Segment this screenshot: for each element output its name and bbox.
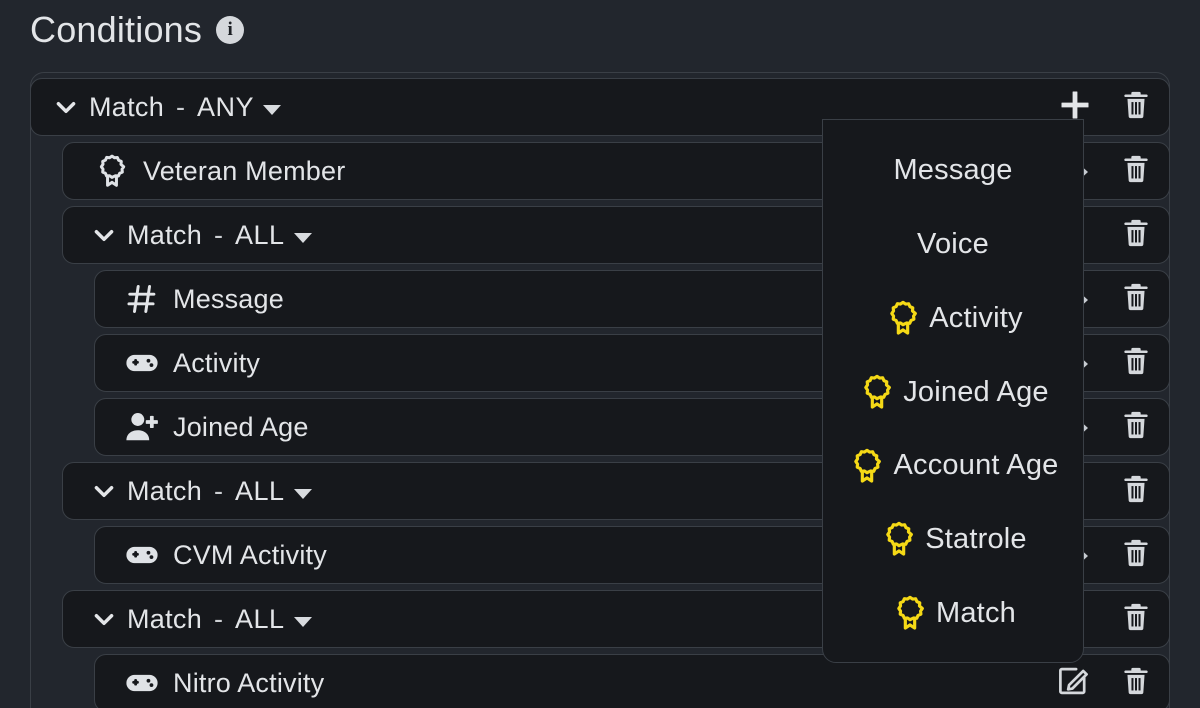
- match-dash: -: [214, 475, 224, 506]
- edit-icon: [1056, 664, 1090, 703]
- chevron-down-small-icon[interactable]: [293, 616, 312, 627]
- dropdown-item[interactable]: Voice: [823, 208, 1083, 282]
- chevron-down-icon[interactable]: [91, 222, 117, 248]
- chevron-down-icon[interactable]: [91, 606, 117, 632]
- award-icon-yellow: [879, 518, 919, 560]
- gamepad-icon: [121, 534, 163, 576]
- match-label: Match: [89, 91, 165, 122]
- trash-icon: [1120, 664, 1152, 703]
- trash-icon: [1120, 344, 1152, 383]
- dropdown-item[interactable]: Account Age: [823, 429, 1083, 503]
- trash-icon: [1120, 408, 1152, 447]
- dropdown-item[interactable]: Message: [823, 134, 1083, 208]
- match-dash: -: [214, 219, 224, 250]
- condition-label: Nitro Activity: [173, 667, 325, 698]
- dropdown-item-label: Account Age: [893, 449, 1059, 482]
- match-mode-value[interactable]: ALL: [235, 604, 285, 635]
- dropdown-item-label: Activity: [929, 301, 1023, 334]
- match-label: Match: [127, 475, 203, 506]
- condition-label: Message: [173, 283, 284, 314]
- dropdown-item-label: Joined Age: [903, 375, 1049, 408]
- conditions-panel: Conditions i Match - ANY Veteran Member Ma…: [0, 0, 1200, 708]
- award-icon: [91, 150, 133, 192]
- dropdown-item[interactable]: Match: [823, 576, 1083, 650]
- award-icon-yellow: [890, 592, 930, 634]
- dropdown-item-label: Voice: [917, 228, 989, 261]
- delete-button[interactable]: [1105, 398, 1167, 456]
- gamepad-icon: [121, 342, 163, 384]
- condition-label: Activity: [173, 347, 261, 378]
- trash-icon: [1120, 88, 1152, 127]
- condition-label: Veteran Member: [143, 155, 346, 186]
- chevron-down-icon[interactable]: [53, 94, 79, 120]
- dropdown-item[interactable]: Activity: [823, 281, 1083, 355]
- dropdown-item[interactable]: Statrole: [823, 503, 1083, 577]
- match-label: Match: [127, 219, 203, 250]
- chevron-down-small-icon[interactable]: [293, 232, 312, 243]
- delete-button[interactable]: [1105, 654, 1167, 708]
- delete-button[interactable]: [1105, 526, 1167, 584]
- delete-button[interactable]: [1105, 142, 1167, 200]
- match-mode-value[interactable]: ALL: [235, 476, 285, 507]
- dropdown-item-label: Message: [893, 154, 1013, 187]
- hash-icon: [121, 278, 163, 320]
- trash-icon: [1120, 536, 1152, 575]
- condition-type-dropdown[interactable]: Message Voice Activity Joined Age Account…: [822, 119, 1084, 663]
- trash-icon: [1120, 216, 1152, 255]
- trash-icon: [1120, 472, 1152, 511]
- match-label: Match: [127, 603, 203, 634]
- info-icon[interactable]: i: [216, 16, 245, 44]
- condition-label: CVM Activity: [173, 539, 327, 570]
- trash-icon: [1120, 280, 1152, 319]
- dropdown-item-label: Match: [936, 596, 1016, 629]
- chevron-down-icon[interactable]: [91, 478, 117, 504]
- award-icon-yellow: [883, 297, 923, 339]
- delete-button[interactable]: [1105, 78, 1167, 136]
- trash-icon: [1120, 152, 1152, 191]
- gamepad-icon: [121, 662, 163, 704]
- delete-button[interactable]: [1105, 590, 1167, 648]
- match-dash: -: [176, 91, 186, 122]
- dropdown-item-label: Statrole: [925, 522, 1027, 555]
- delete-button[interactable]: [1105, 334, 1167, 392]
- award-icon-yellow: [857, 371, 897, 413]
- award-icon-yellow: [847, 445, 887, 487]
- chevron-down-small-icon[interactable]: [293, 488, 312, 499]
- delete-button[interactable]: [1105, 462, 1167, 520]
- delete-button[interactable]: [1105, 206, 1167, 264]
- person-add-icon: [121, 406, 163, 448]
- page-header: Conditions i: [30, 9, 245, 50]
- trash-icon: [1120, 600, 1152, 639]
- condition-label: Joined Age: [173, 411, 309, 442]
- chevron-down-small-icon[interactable]: [263, 104, 282, 115]
- match-mode-value[interactable]: ALL: [235, 220, 285, 251]
- page-title: Conditions: [30, 9, 203, 50]
- match-dash: -: [214, 603, 224, 634]
- delete-button[interactable]: [1105, 270, 1167, 328]
- match-mode-value[interactable]: ANY: [197, 92, 254, 123]
- dropdown-item[interactable]: Joined Age: [823, 355, 1083, 429]
